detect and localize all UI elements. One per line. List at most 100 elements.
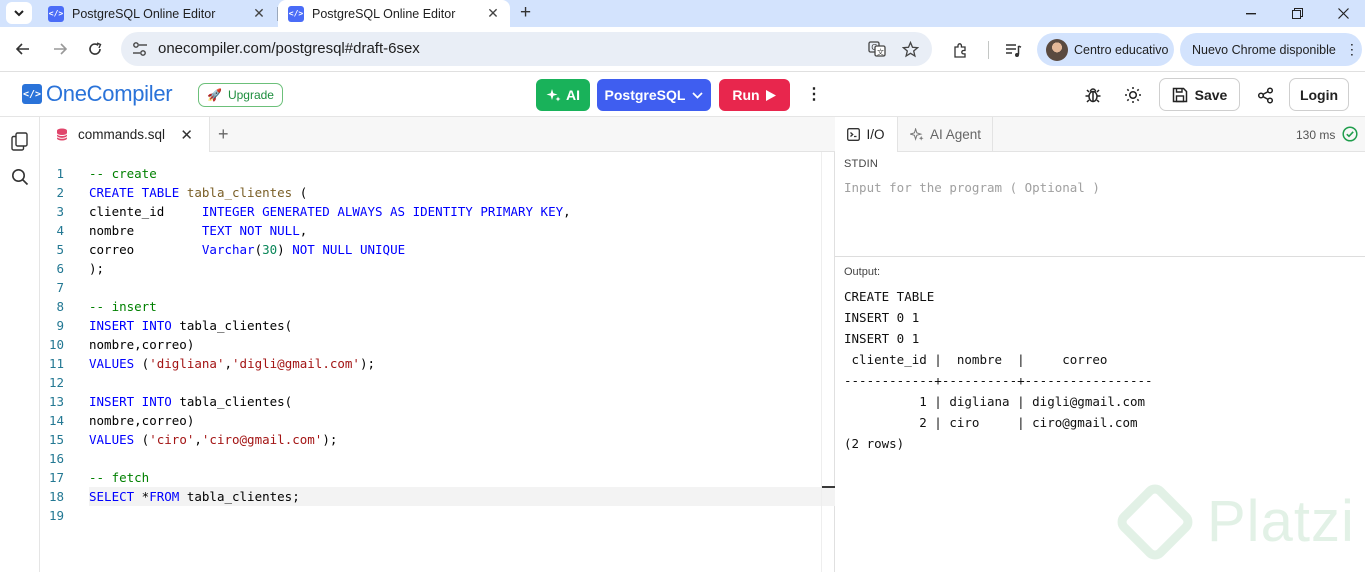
url-text: onecompiler.com/postgresql#draft-6sex bbox=[158, 40, 420, 57]
output-line: INSERT 0 1 bbox=[844, 331, 920, 346]
line-number: 16 bbox=[48, 451, 64, 466]
file-tab-label: commands.sql bbox=[78, 127, 166, 142]
tab-io-label: I/O bbox=[866, 127, 885, 142]
upgrade-label: Upgrade bbox=[227, 88, 274, 102]
line-number: 15 bbox=[48, 432, 64, 447]
line-number: 3 bbox=[56, 204, 64, 219]
sql-string: 'digliana' bbox=[149, 356, 225, 371]
sql-column: nombre bbox=[89, 223, 202, 238]
file-tab-commands[interactable]: commands.sql ✕ bbox=[40, 117, 210, 152]
chevron-down-icon bbox=[14, 9, 24, 16]
tab-io[interactable]: I/O bbox=[835, 117, 898, 152]
output-line: CREATE TABLE bbox=[844, 289, 935, 304]
new-tab-button[interactable]: + bbox=[520, 1, 531, 25]
translate-icon[interactable]: G文 bbox=[867, 39, 887, 59]
code-line: INSERT INTO tabla_clientes( bbox=[89, 394, 292, 409]
language-label: PostgreSQL bbox=[604, 87, 686, 103]
more-options-icon[interactable]: ⋮ bbox=[805, 84, 823, 106]
avatar bbox=[1046, 38, 1068, 61]
restore-icon bbox=[1291, 8, 1303, 19]
close-window-button[interactable] bbox=[1320, 0, 1365, 27]
save-label: Save bbox=[1194, 86, 1228, 103]
chrome-update-label: Nuevo Chrome disponible bbox=[1192, 42, 1336, 57]
sql-comment: -- insert bbox=[89, 299, 157, 314]
editor-scrollbar[interactable] bbox=[821, 152, 822, 572]
code-line: INSERT INTO tabla_clientes( bbox=[89, 318, 292, 333]
app-header: </> OneCompiler 🚀 Upgrade AI PostgreSQL … bbox=[0, 72, 1365, 117]
sql-text: * bbox=[134, 489, 150, 504]
add-file-button[interactable]: + bbox=[218, 124, 229, 145]
browser-toolbar: onecompiler.com/postgresql#draft-6sex G文… bbox=[0, 27, 1365, 72]
sql-number: 30 bbox=[262, 242, 278, 257]
code-editor[interactable]: 1 2 3 4 5 6 7 8 9 10 11 12 13 14 15 16 1… bbox=[40, 152, 835, 572]
minimize-icon bbox=[1246, 12, 1256, 14]
sql-text: ( bbox=[254, 242, 263, 257]
code-line: SELECT *FROM tabla_clientes; bbox=[89, 489, 300, 504]
onecompiler-logo[interactable]: </> OneCompiler bbox=[22, 81, 173, 107]
extensions-icon[interactable] bbox=[949, 39, 971, 61]
output-line: (2 rows) bbox=[844, 436, 905, 451]
login-button[interactable]: Login bbox=[1289, 78, 1349, 111]
code-line: correo Varchar(30) NOT NULL UNIQUE bbox=[89, 242, 405, 257]
upgrade-button[interactable]: 🚀 Upgrade bbox=[198, 83, 283, 107]
line-number: 5 bbox=[56, 242, 64, 257]
back-button[interactable] bbox=[9, 35, 37, 63]
sql-keyword: SELECT bbox=[89, 489, 135, 504]
sql-text: nombre,correo) bbox=[89, 337, 195, 352]
reload-button[interactable] bbox=[81, 35, 109, 63]
share-icon[interactable] bbox=[1254, 84, 1276, 106]
profile-button[interactable]: Centro educativo bbox=[1037, 33, 1174, 66]
screen: </> PostgreSQL Online Editor ✕ </> Postg… bbox=[0, 0, 1365, 572]
close-tab-icon[interactable]: ✕ bbox=[248, 5, 270, 22]
sql-string: 'digli@gmail.com' bbox=[232, 356, 360, 371]
run-button[interactable]: Run bbox=[719, 79, 790, 111]
media-controls-icon[interactable] bbox=[1002, 39, 1024, 61]
output-label: Output: bbox=[844, 266, 881, 278]
code-line: VALUES ('digliana','digli@gmail.com'); bbox=[89, 356, 375, 371]
output-line: ------------+----------+----------------… bbox=[844, 373, 1153, 388]
sql-comment: -- create bbox=[89, 166, 157, 181]
close-file-icon[interactable]: ✕ bbox=[180, 126, 193, 144]
stdin-panel[interactable]: STDIN Input for the program ( Optional ) bbox=[835, 152, 1365, 257]
line-number: 7 bbox=[56, 280, 64, 295]
browser-tab[interactable]: </> PostgreSQL Online Editor ✕ bbox=[38, 0, 276, 27]
debug-icon[interactable] bbox=[1082, 84, 1104, 106]
sql-text: ) bbox=[277, 242, 293, 257]
sql-text: , bbox=[194, 432, 202, 447]
save-button[interactable]: Save bbox=[1159, 78, 1240, 111]
stdin-input[interactable]: Input for the program ( Optional ) bbox=[844, 180, 1100, 195]
theme-toggle-icon[interactable] bbox=[1122, 84, 1144, 106]
files-icon[interactable] bbox=[9, 130, 31, 152]
sql-text: ( bbox=[134, 432, 150, 447]
code-line: -- insert bbox=[89, 299, 157, 314]
chrome-update-button[interactable]: Nuevo Chrome disponible ⋮ bbox=[1180, 33, 1362, 66]
floppy-disk-icon bbox=[1172, 87, 1187, 102]
sql-keyword: FROM bbox=[149, 489, 180, 504]
line-number: 6 bbox=[56, 261, 64, 276]
reload-icon bbox=[89, 42, 102, 55]
browser-tab-active[interactable]: </> PostgreSQL Online Editor ✕ bbox=[278, 0, 510, 27]
address-bar[interactable]: onecompiler.com/postgresql#draft-6sex G文 bbox=[121, 32, 932, 66]
restore-button[interactable] bbox=[1274, 0, 1320, 27]
forward-button[interactable] bbox=[46, 35, 74, 63]
logo-code-icon: </> bbox=[22, 84, 42, 104]
bookmark-star-icon[interactable] bbox=[900, 39, 920, 59]
code-line: -- fetch bbox=[89, 470, 149, 485]
tab-ai-agent[interactable]: AI Agent bbox=[899, 117, 993, 152]
search-icon[interactable] bbox=[9, 166, 31, 188]
tab-search-button[interactable] bbox=[6, 2, 32, 24]
minimize-button[interactable] bbox=[1228, 0, 1274, 27]
line-number: 10 bbox=[48, 337, 64, 352]
site-settings-icon[interactable] bbox=[131, 41, 149, 57]
close-tab-icon[interactable]: ✕ bbox=[482, 5, 504, 22]
sql-keyword: CREATE TABLE bbox=[89, 185, 180, 200]
line-number: 18 bbox=[48, 489, 64, 504]
code-line: nombre TEXT NOT NULL, bbox=[89, 223, 307, 238]
onecompiler-favicon-icon: </> bbox=[288, 5, 304, 22]
ai-button[interactable]: AI bbox=[536, 79, 590, 111]
language-select[interactable]: PostgreSQL bbox=[597, 79, 711, 111]
output-line: cliente_id | nombre | correo bbox=[844, 352, 1108, 367]
line-number: 14 bbox=[48, 413, 64, 428]
login-label: Login bbox=[1299, 86, 1339, 103]
sql-text: ); bbox=[89, 261, 105, 276]
